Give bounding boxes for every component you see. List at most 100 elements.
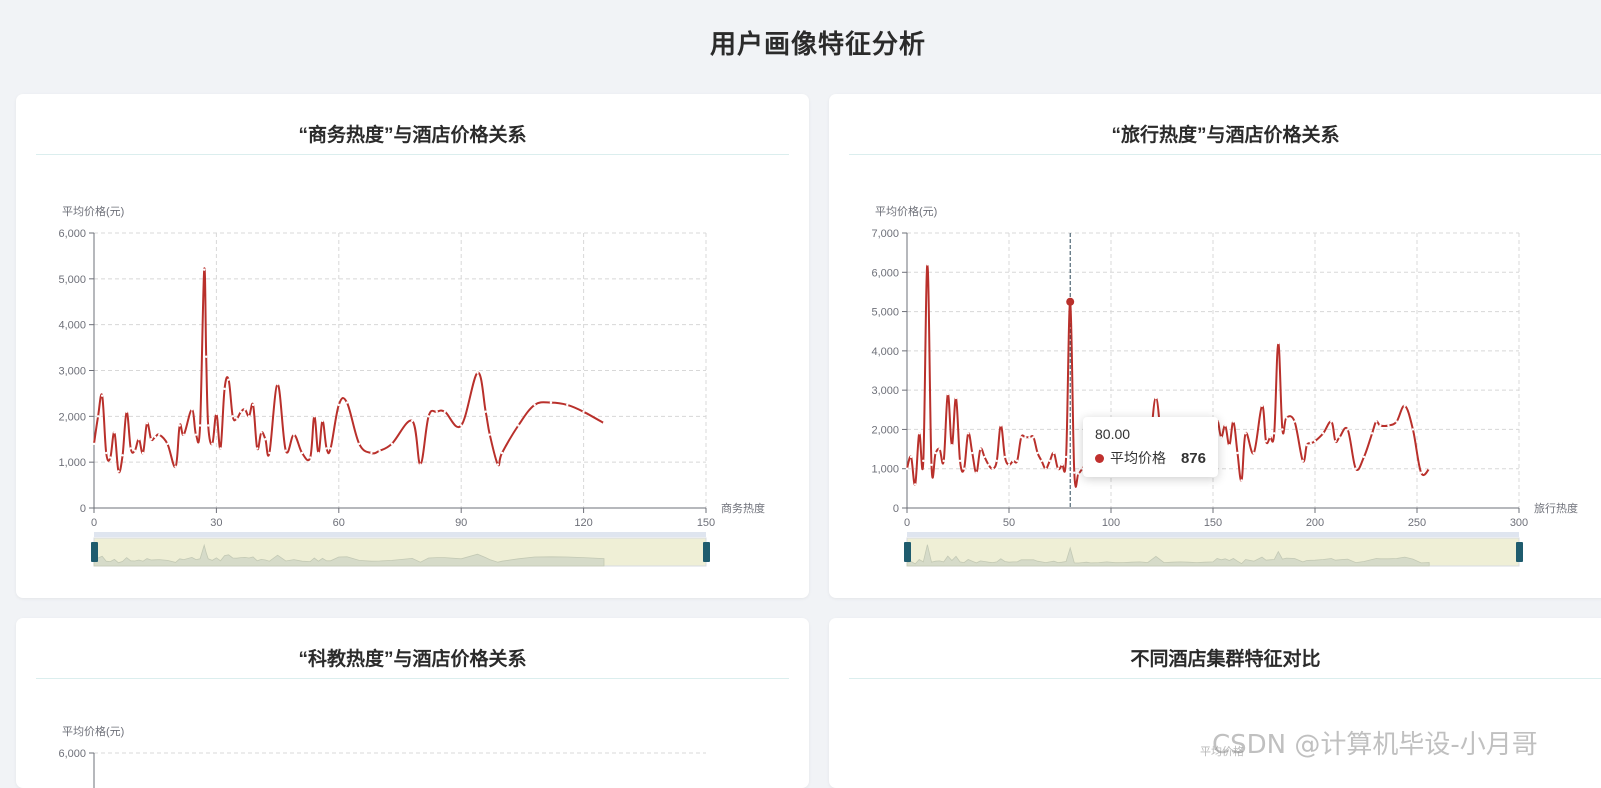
data-point: [1277, 341, 1280, 345]
y-tick-label: 4,000: [58, 320, 86, 332]
slider-handle-left[interactable]: [91, 542, 98, 562]
data-point: [983, 455, 986, 459]
data-point: [145, 422, 149, 425]
y-tick-label: 2,000: [58, 411, 86, 423]
data-point: [1232, 420, 1235, 423]
data-point: [205, 355, 208, 358]
line-chart-business[interactable]: 平均价格(元) 0 1,000 2,000 3,000 4,000 5,000 6,000 0 3…: [16, 94, 809, 598]
data-point: [1240, 479, 1243, 482]
data-point: [476, 371, 479, 374]
data-point: [1228, 443, 1231, 447]
x-tick-label: 200: [1306, 517, 1324, 529]
data-point: [1260, 404, 1264, 408]
x-tick-label: 300: [1510, 517, 1528, 529]
data-point: [207, 424, 210, 427]
data-point: [154, 435, 157, 439]
y-tick-label: 6,000: [871, 267, 899, 279]
data-point: [219, 447, 222, 450]
data-point: [182, 433, 185, 436]
y-axis-title: 平均价格(元): [62, 204, 124, 218]
data-point: [549, 401, 553, 404]
data-point: [325, 447, 328, 450]
data-point: [411, 419, 414, 423]
data-point: [942, 459, 945, 463]
data-point: [1036, 451, 1039, 455]
data-point: [292, 433, 296, 436]
data-point: [141, 451, 145, 455]
data-point: [1346, 428, 1349, 431]
page-title: 用户画像特征分析: [709, 29, 926, 59]
data-point: [317, 451, 320, 455]
data-point: [991, 467, 994, 470]
data-point: [260, 431, 263, 434]
y-tick-label: 0: [80, 503, 86, 515]
chart-card-travel: “旅行热度”与酒店价格关系 平均价格(元) 0 1,000 2,000 3,000 4,0…: [829, 94, 1601, 598]
data-point: [313, 415, 316, 418]
data-point: [1020, 436, 1023, 439]
data-point: [1285, 416, 1288, 419]
data-point: [1024, 436, 1027, 439]
x-tick-label: 250: [1408, 517, 1426, 529]
data-point: [1052, 451, 1056, 455]
data-point: [938, 447, 941, 451]
data-point: [1313, 440, 1317, 443]
data-point: [1015, 459, 1019, 463]
data-point: [247, 415, 251, 418]
data-point: [133, 449, 136, 452]
data-point: [194, 433, 198, 436]
data-point: [1309, 441, 1313, 445]
data-point: [100, 394, 104, 397]
data-point: [954, 396, 958, 400]
data-point: [1403, 404, 1406, 408]
line-chart-science[interactable]: 平均价格(元) 6,000: [16, 618, 809, 788]
data-point: [460, 424, 463, 427]
y-tick-label: 4,000: [871, 346, 899, 358]
data-point: [967, 432, 970, 435]
data-point: [1411, 428, 1415, 431]
data-point: [1293, 420, 1296, 423]
data-point: [1044, 467, 1047, 470]
watermark: CSDN @计算机毕设-小月哥: [1212, 730, 1538, 760]
data-point: [227, 378, 230, 381]
data-point: [358, 442, 361, 446]
data-point: [975, 471, 978, 474]
data-point: [300, 451, 304, 455]
data-point: [1419, 471, 1423, 474]
data-point: [1060, 463, 1064, 466]
data-point: [517, 424, 520, 427]
data-point: [1375, 420, 1378, 423]
data-point: [1387, 424, 1390, 427]
slider-handle-left[interactable]: [904, 542, 911, 562]
series-marker-icon: [1095, 453, 1104, 463]
x-tick-label: 0: [91, 517, 97, 529]
data-point: [251, 403, 255, 407]
slider-handle-right[interactable]: [1516, 542, 1523, 562]
y-tick-label: 6,000: [58, 748, 86, 760]
data-point: [484, 410, 487, 413]
card-divider: [849, 678, 1601, 679]
data-point: [995, 459, 998, 463]
data-point: [1281, 428, 1284, 431]
data-point: [345, 401, 349, 404]
data-point: [149, 438, 153, 441]
slider-handle-right[interactable]: [703, 542, 710, 562]
chart-card-clusters: 不同酒店集群特征对比: [829, 618, 1601, 788]
data-point: [223, 387, 226, 391]
data-point: [235, 417, 238, 420]
data-point: [987, 463, 990, 466]
data-point: [390, 442, 394, 446]
data-point: [435, 410, 438, 413]
data-point: [962, 467, 966, 470]
y-tick-label: 5,000: [871, 307, 899, 319]
data-point: [239, 410, 243, 413]
data-point: [92, 442, 96, 446]
line-chart-travel[interactable]: 平均价格(元) 0 1,000 2,000 3,000 4,000 5,000 6,000 7,…: [829, 94, 1601, 598]
data-point: [202, 268, 206, 271]
data-point: [1334, 440, 1337, 443]
data-point: [1032, 436, 1035, 439]
data-point: [190, 408, 194, 411]
data-point: [1073, 471, 1076, 474]
data-point: [113, 431, 116, 434]
data-point: [533, 403, 536, 407]
data-point: [198, 424, 202, 427]
